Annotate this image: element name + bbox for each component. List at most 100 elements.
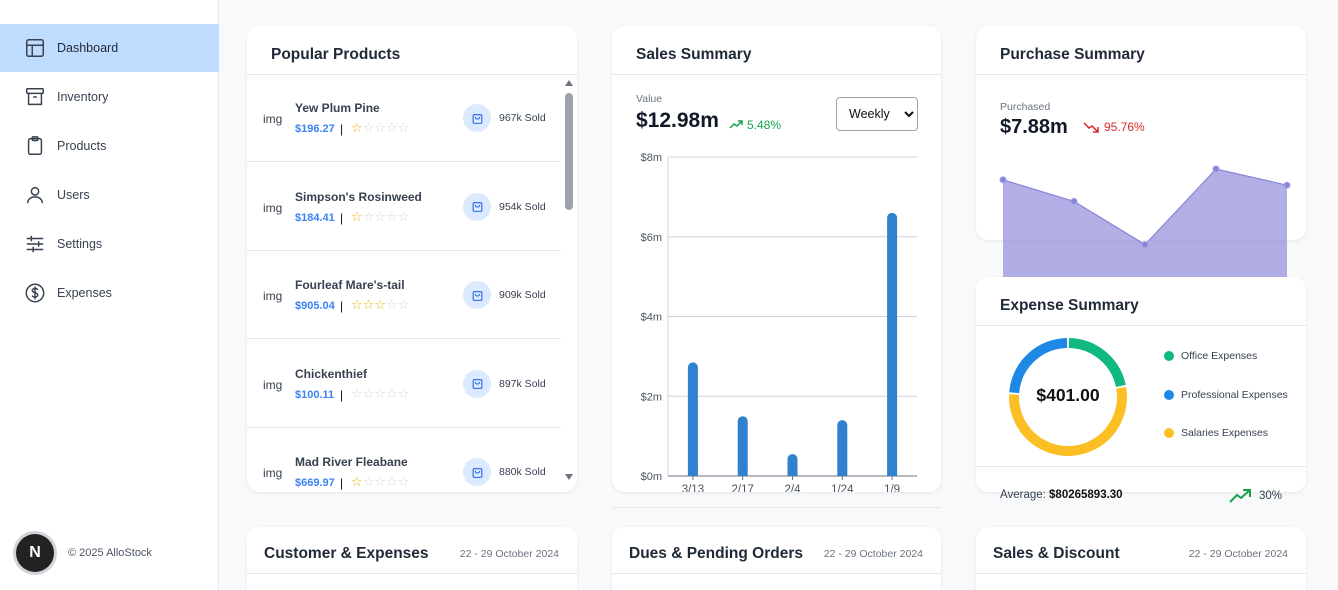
trending-down-icon bbox=[1083, 122, 1099, 133]
star-empty-icon: ☆ bbox=[397, 208, 410, 224]
product-row[interactable]: img Mad River Fleabane $669.97 | ☆☆☆☆☆ 880k S… bbox=[247, 428, 561, 492]
star-empty-icon: ☆ bbox=[374, 208, 386, 224]
trending-up-icon bbox=[729, 120, 743, 129]
star-empty-icon: ☆ bbox=[397, 120, 410, 135]
legend-label: Salaries Expenses bbox=[1181, 427, 1268, 439]
sales-change: 5.48% bbox=[747, 118, 782, 132]
purchased-label: Purchased bbox=[1000, 101, 1051, 113]
legend-dot bbox=[1164, 428, 1174, 438]
x-tick-label: 3/13 bbox=[682, 484, 704, 492]
divider bbox=[976, 325, 1306, 326]
sidebar-item-dashboard[interactable]: Dashboard bbox=[0, 24, 219, 72]
sales-value: $12.98m bbox=[636, 109, 719, 132]
bar[interactable] bbox=[737, 416, 748, 476]
star-empty-icon: ☆ bbox=[397, 474, 410, 489]
card-title: Popular Products bbox=[271, 46, 401, 63]
product-price: $184.41 bbox=[295, 211, 335, 224]
data-point[interactable] bbox=[1212, 165, 1220, 173]
separator: | bbox=[340, 122, 344, 136]
star-filled-icon: ☆ bbox=[351, 474, 363, 489]
sliders-icon bbox=[26, 235, 44, 253]
shopping-bag-icon[interactable] bbox=[463, 104, 491, 132]
star-empty-icon: ☆ bbox=[362, 120, 375, 135]
shopping-bag-icon[interactable] bbox=[463, 458, 491, 486]
star-empty-icon: ☆ bbox=[374, 385, 386, 401]
value-label: Value bbox=[636, 93, 663, 105]
bar-base bbox=[787, 470, 798, 476]
customer-expenses-card: Customer & Expenses 22 - 29 October 2024 bbox=[247, 527, 577, 590]
star-empty-icon: ☆ bbox=[362, 474, 375, 489]
sidebar-footer: N © 2025 AlloStock bbox=[16, 534, 152, 572]
product-image: img bbox=[263, 466, 283, 480]
product-row[interactable]: img Chickenthief $100.11 | ☆☆☆☆☆ 897k Sold bbox=[247, 340, 561, 428]
divider bbox=[976, 573, 1306, 574]
scroll-thumb[interactable] bbox=[565, 93, 573, 210]
bar[interactable] bbox=[837, 420, 848, 476]
sidebar-item-inventory[interactable]: Inventory bbox=[0, 73, 219, 121]
product-row[interactable]: img Simpson's Rosinweed $184.41 | ☆☆☆☆☆ 954k … bbox=[247, 163, 561, 251]
clipboard-icon bbox=[27, 136, 43, 155]
sidebar-item-label: Products bbox=[57, 139, 107, 153]
x-tick-label: 1/9 bbox=[884, 484, 900, 492]
bar[interactable] bbox=[687, 362, 698, 476]
product-row[interactable]: img Yew Plum Pine $196.27 | ☆☆☆☆☆ 967k Sold bbox=[247, 74, 561, 162]
layout-icon bbox=[26, 39, 44, 57]
sidebar-item-label: Expenses bbox=[57, 286, 112, 300]
star-empty-icon: ☆ bbox=[374, 120, 386, 135]
star-empty-icon: ☆ bbox=[351, 385, 363, 401]
data-point[interactable] bbox=[999, 176, 1007, 184]
copyright-text: © 2025 AlloStock bbox=[68, 547, 152, 559]
rating-stars: ☆☆☆☆☆ bbox=[351, 297, 409, 313]
scroll-up-icon[interactable] bbox=[565, 80, 573, 86]
bar-base bbox=[737, 470, 748, 476]
x-tick-label: 1/24 bbox=[831, 484, 854, 492]
period-select[interactable]: Weekly bbox=[836, 97, 918, 131]
donut-slice[interactable] bbox=[1068, 338, 1126, 388]
data-point[interactable] bbox=[1141, 241, 1149, 249]
y-tick-label: $0m bbox=[641, 471, 662, 483]
rating-stars: ☆☆☆☆☆ bbox=[351, 386, 409, 402]
data-point[interactable] bbox=[1070, 197, 1078, 205]
sidebar-item-expenses[interactable]: Expenses bbox=[0, 269, 219, 317]
popular-products-card: Popular Products img Yew Plum Pine $196.27… bbox=[247, 26, 577, 492]
sidebar-item-users[interactable]: Users bbox=[0, 171, 219, 219]
card-title: Sales & Discount bbox=[993, 545, 1120, 562]
dues-pending-orders-card: Dues & Pending Orders 22 - 29 October 20… bbox=[612, 527, 941, 590]
scroll-down-icon[interactable] bbox=[565, 474, 573, 480]
star-empty-icon: ☆ bbox=[385, 120, 398, 135]
separator: | bbox=[340, 210, 344, 225]
trend-percent: 30% bbox=[1259, 490, 1283, 502]
average-value: $80265893.30 bbox=[1049, 489, 1123, 501]
bar-base bbox=[837, 470, 848, 476]
separator: | bbox=[340, 476, 344, 490]
star-filled-icon: ☆ bbox=[374, 297, 386, 312]
sidebar-item-products[interactable]: Products bbox=[0, 122, 219, 170]
sold-count: 909k Sold bbox=[499, 289, 546, 301]
sold-count: 954k Sold bbox=[499, 200, 546, 213]
product-image: img bbox=[263, 377, 283, 392]
divider bbox=[976, 466, 1306, 467]
sales-discount-card: Sales & Discount 22 - 29 October 2024 bbox=[976, 527, 1306, 590]
dollar-circle-icon bbox=[25, 283, 45, 303]
divider bbox=[976, 74, 1306, 75]
sidebar-item-label: Inventory bbox=[57, 90, 109, 104]
product-name: Simpson's Rosinweed bbox=[295, 189, 422, 204]
shopping-bag-icon[interactable] bbox=[463, 192, 491, 221]
card-title: Sales Summary bbox=[636, 46, 752, 63]
card-title: Expense Summary bbox=[1000, 297, 1139, 314]
product-row[interactable]: img Fourleaf Mare's-tail $905.04 | ☆☆☆☆☆ 909k… bbox=[247, 251, 561, 339]
shopping-bag-icon[interactable] bbox=[463, 369, 491, 398]
app-logo[interactable]: N bbox=[16, 534, 54, 572]
area-fill bbox=[1003, 169, 1287, 277]
sidebar-item-settings[interactable]: Settings bbox=[0, 220, 219, 268]
divider bbox=[612, 74, 941, 75]
star-filled-icon: ☆ bbox=[362, 297, 375, 312]
archive-icon bbox=[26, 88, 44, 106]
average-row: Average: $80265893.30 bbox=[1000, 489, 1123, 501]
y-tick-label: $6m bbox=[641, 232, 662, 244]
shopping-bag-icon[interactable] bbox=[463, 281, 491, 309]
bar[interactable] bbox=[887, 212, 898, 476]
data-point[interactable] bbox=[1283, 181, 1291, 189]
expense-summary-card: Expense Summary $401.00 Office Expenses … bbox=[976, 277, 1306, 492]
product-name: Chickenthief bbox=[295, 366, 368, 381]
